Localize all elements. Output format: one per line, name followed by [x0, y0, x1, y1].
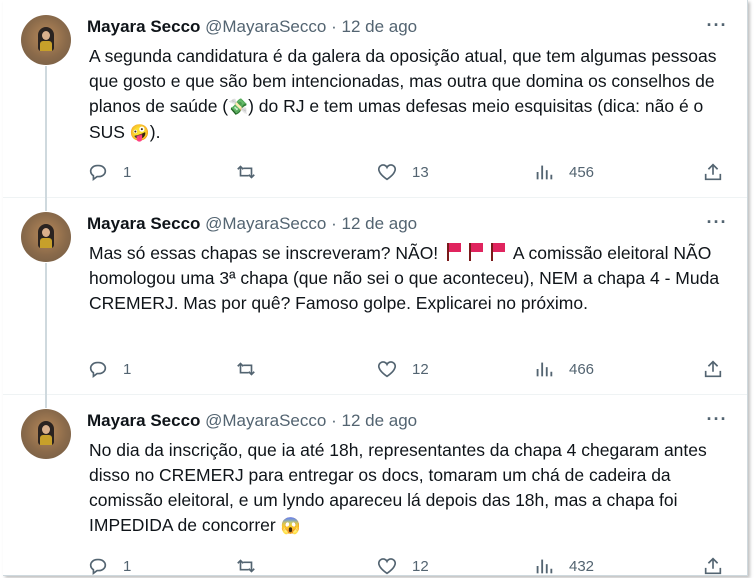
red-flag-icon: [447, 243, 462, 261]
tweet[interactable]: Mayara Secco @MayaraSecco · 12 de ago ··…: [3, 0, 747, 197]
retweet-button[interactable]: [235, 160, 271, 184]
share-icon: [704, 360, 722, 378]
retweet-icon: [237, 559, 255, 573]
tweet-text: Mas só essas chapas se inscreveram? NÃO!…: [89, 243, 720, 313]
share-icon: [704, 163, 722, 181]
author-handle[interactable]: @MayaraSecco: [205, 411, 326, 430]
tweet-actions: 1 12 432: [87, 554, 727, 575]
avatar[interactable]: [21, 212, 71, 262]
tweet-actions: 1 13 456: [87, 160, 727, 184]
views-button[interactable]: 466: [533, 357, 594, 381]
views-button[interactable]: 456: [533, 160, 594, 184]
reply-count: 1: [123, 360, 132, 378]
share-icon: [704, 557, 722, 575]
tweet-header: Mayara Secco @MayaraSecco · 12 de ago: [87, 17, 417, 39]
reply-button[interactable]: 1: [87, 357, 131, 381]
money-with-wings-emoji: 💸: [228, 99, 249, 116]
view-count: 456: [569, 163, 595, 181]
like-count: 12: [412, 557, 429, 575]
author-handle[interactable]: @MayaraSecco: [205, 17, 326, 36]
thread-connector: [45, 197, 47, 211]
author-name[interactable]: Mayara Secco: [87, 214, 200, 233]
red-flag-icon: [469, 243, 484, 261]
thread-connector: [45, 394, 47, 408]
thread-connector: [45, 66, 47, 197]
screaming-face-emoji: 😱: [280, 518, 301, 535]
zany-face-emoji: 🤪: [129, 125, 150, 142]
timestamp[interactable]: 12 de ago: [341, 411, 417, 430]
timestamp[interactable]: 12 de ago: [341, 17, 417, 36]
thread-frame: Mayara Secco @MayaraSecco · 12 de ago ··…: [3, 0, 748, 576]
reply-count: 1: [123, 557, 132, 575]
views-button[interactable]: 432: [533, 554, 595, 575]
more-options-icon[interactable]: ···: [705, 16, 729, 38]
analytics-icon: [536, 559, 553, 574]
separator-dot: ·: [331, 17, 337, 36]
retweet-icon: [237, 165, 255, 179]
avatar[interactable]: [21, 409, 71, 459]
timestamp[interactable]: 12 de ago: [341, 214, 417, 233]
like-button[interactable]: 12: [376, 554, 429, 575]
heart-icon: [377, 558, 397, 575]
heart-icon: [377, 164, 397, 181]
reply-count: 1: [123, 163, 132, 181]
author-name[interactable]: Mayara Secco: [87, 411, 200, 430]
author-name[interactable]: Mayara Secco: [87, 17, 200, 36]
tweet-text: A segunda candidatura é da galera da opo…: [89, 44, 729, 146]
view-count: 432: [569, 557, 595, 575]
heart-icon: [377, 361, 397, 378]
share-button[interactable]: [702, 357, 724, 381]
like-button[interactable]: 13: [376, 160, 429, 184]
tweet[interactable]: Mayara Secco @MayaraSecco · 12 de ago ··…: [3, 394, 747, 575]
retweet-button[interactable]: [235, 554, 271, 575]
more-options-icon[interactable]: ···: [705, 213, 729, 235]
share-button[interactable]: [702, 554, 724, 575]
like-count: 12: [412, 360, 429, 378]
tweet[interactable]: Mayara Secco @MayaraSecco · 12 de ago ··…: [3, 197, 747, 394]
tweet-actions: 1 12 466: [87, 357, 727, 381]
reply-icon: [89, 558, 107, 575]
tweet-header: Mayara Secco @MayaraSecco · 12 de ago: [87, 214, 417, 236]
more-options-icon[interactable]: ···: [705, 410, 729, 432]
tweet-header: Mayara Secco @MayaraSecco · 12 de ago: [87, 411, 417, 433]
analytics-icon: [536, 165, 553, 180]
like-button[interactable]: 12: [376, 357, 429, 381]
red-flag-icon: [491, 243, 506, 261]
analytics-icon: [536, 362, 553, 377]
share-button[interactable]: [702, 160, 724, 184]
reply-icon: [89, 164, 107, 181]
author-handle[interactable]: @MayaraSecco: [205, 214, 326, 233]
tweet-text: No dia da inscrição, que ia até 18h, rep…: [89, 438, 729, 539]
separator-dot: ·: [331, 214, 337, 233]
reply-icon: [89, 361, 107, 378]
separator-dot: ·: [331, 411, 337, 430]
retweet-button[interactable]: [235, 357, 271, 381]
like-count: 13: [412, 163, 429, 181]
reply-button[interactable]: 1: [87, 160, 131, 184]
reply-button[interactable]: 1: [87, 554, 132, 575]
avatar[interactable]: [21, 15, 71, 65]
thread-connector: [45, 263, 47, 394]
view-count: 466: [569, 360, 595, 378]
retweet-icon: [237, 362, 255, 376]
